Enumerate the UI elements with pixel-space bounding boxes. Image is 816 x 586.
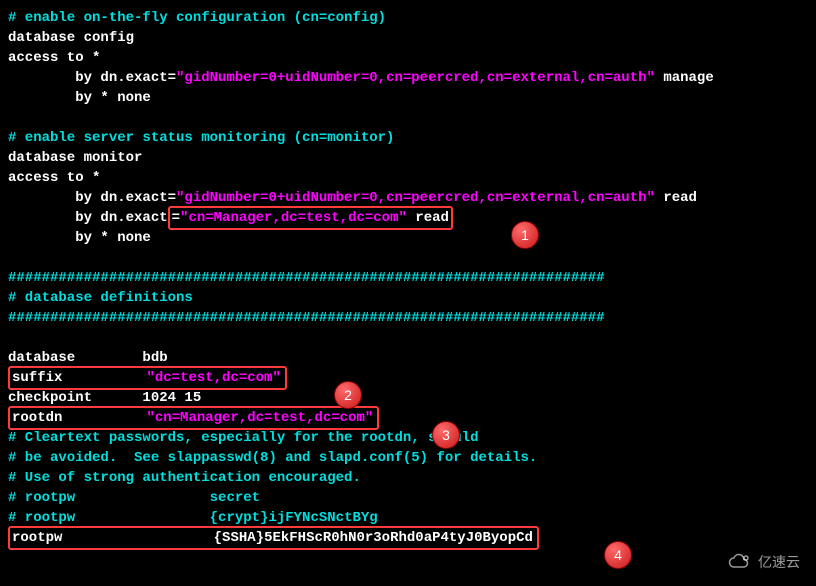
rootpw-comment-1-label: # rootpw: [8, 490, 75, 506]
access-to-2: access to *: [8, 168, 808, 188]
rootpw-comment-1-value: secret: [75, 490, 260, 506]
comment-monitor: # enable server status monitoring (cn=mo…: [8, 130, 394, 146]
db-definitions: # database definitions: [8, 288, 808, 308]
comment-config: # enable on-the-fly configuration (cn=co…: [8, 10, 386, 26]
by-dn-prefix-3: by dn.exact: [8, 210, 168, 226]
dn-exact-value-2: "gidNumber=0+uidNumber=0,cn=peercred,cn=…: [176, 190, 655, 206]
by-star-none-1: by * none: [8, 88, 808, 108]
callout-box-1: ="cn=Manager,dc=test,dc=com" read: [168, 206, 453, 230]
hash-line-2: ########################################…: [8, 308, 808, 328]
badge-4: 4: [604, 541, 632, 569]
watermark-logo: 亿速云: [727, 552, 800, 572]
badge-1: 1: [511, 221, 539, 249]
callout-box-2: suffix "dc=test,dc=com": [8, 366, 287, 390]
read-suffix-2: read: [407, 210, 449, 226]
badge-3: 3: [432, 421, 460, 449]
access-to-1: access to *: [8, 48, 808, 68]
manage-suffix: manage: [655, 70, 714, 86]
suffix-value: "dc=test,dc=com": [146, 370, 280, 386]
db-bdb-label: database: [8, 350, 75, 366]
checkpoint-value: 1024 15: [92, 390, 201, 406]
rootdn-value: "cn=Manager,dc=test,dc=com": [146, 410, 373, 426]
cleartext-comment-3: # Use of strong authentication encourage…: [8, 468, 808, 488]
by-star-none-2: by * none: [8, 228, 808, 248]
callout-box-4: rootpw {SSHA}5EkFHScR0hN0r3oRhd0aP4tyJ0B…: [8, 526, 539, 550]
cloud-icon: [727, 553, 753, 571]
dn-manager-value: "cn=Manager,dc=test,dc=com": [180, 210, 407, 226]
suffix-label: suffix: [12, 370, 62, 386]
hash-line-1: ########################################…: [8, 268, 808, 288]
read-suffix-1: read: [655, 190, 697, 206]
watermark-text: 亿速云: [758, 552, 800, 572]
cleartext-comment-1: # Cleartext passwords, especially for th…: [8, 428, 808, 448]
checkpoint-label: checkpoint: [8, 390, 92, 406]
rootpw-value: {SSHA}5EkFHScR0hN0r3oRhd0aP4tyJ0ByopCd: [214, 530, 533, 546]
database-monitor: database monitor: [8, 148, 808, 168]
cleartext-comment-2: # be avoided. See slappasswd(8) and slap…: [8, 448, 808, 468]
db-bdb-value: bdb: [75, 350, 167, 366]
by-dn-prefix-2: by dn.exact=: [8, 190, 176, 206]
rootpw-label: rootpw: [12, 530, 62, 546]
rootdn-label: rootdn: [12, 410, 62, 426]
by-dn-prefix-1: by dn.exact=: [8, 70, 176, 86]
database-config: database config: [8, 28, 808, 48]
callout-box-3: rootdn "cn=Manager,dc=test,dc=com": [8, 406, 379, 430]
dn-exact-value-1: "gidNumber=0+uidNumber=0,cn=peercred,cn=…: [176, 70, 655, 86]
badge-2: 2: [334, 381, 362, 409]
rootpw-comment-2-label: # rootpw: [8, 510, 75, 526]
rootpw-comment-2-value: {crypt}ijFYNcSNctBYg: [75, 510, 377, 526]
